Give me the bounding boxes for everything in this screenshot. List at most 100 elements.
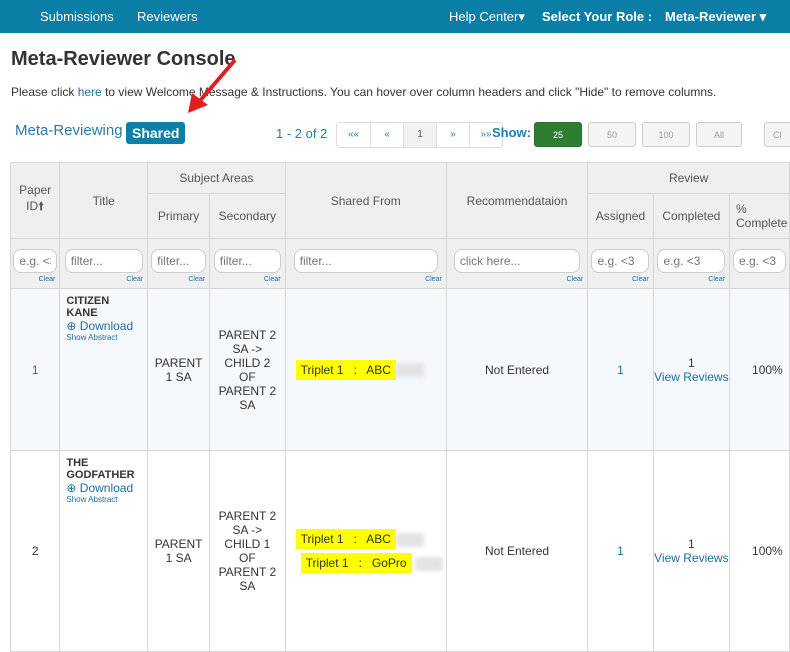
shared-name: ABC [366,532,391,546]
filter-primary[interactable] [151,249,207,273]
triplet: Triplet 1 [305,556,349,570]
sep: : [353,532,357,546]
help-label: Help Center [449,9,519,24]
show-25-button[interactable]: 25 [534,122,582,147]
shared-entry: Triplet 1 : ABC [295,529,396,549]
completed-count: 1 [688,537,695,551]
header-subject-areas: Subject Areas [147,162,286,194]
nav-reviewers[interactable]: Reviewers [137,9,198,24]
download-link[interactable]: ⊕ Download [66,481,133,495]
paper-id[interactable]: 1 [9,288,61,451]
show-100-button[interactable]: 100 [642,122,690,147]
view-reviews-link[interactable]: View Reviews [654,370,728,384]
completed: 1 View Reviews [652,288,731,451]
recommendation: Not Entered [445,288,589,451]
show-abstract-link[interactable]: Show Abstract [66,333,141,342]
red-arrow-icon [188,58,237,113]
header-paper-id[interactable]: Paper ID🠙 [9,162,61,239]
header-title[interactable]: Title [59,162,149,239]
paper-title: CITIZEN KANE [66,295,110,319]
filter-recommendation[interactable] [453,249,581,273]
redacted [395,532,424,547]
clear-link[interactable]: Clear [126,276,143,283]
assigned[interactable]: 1 [587,450,654,652]
clear-link[interactable]: Clear [39,276,56,283]
clear-link[interactable]: Clear [632,276,649,283]
header-recommendation[interactable]: Recommendataion [445,162,589,239]
paper-id-label: Paper ID [19,183,52,213]
clear-button[interactable]: Cl [764,122,790,147]
shared-from: Triplet 1 : ABC Triplet 1 : GoPro [284,450,447,652]
completed: 1 View Reviews [652,450,731,652]
show-label: Show: [492,125,531,140]
sort-up-icon: 🠙 [38,199,45,213]
role-dropdown[interactable]: Meta-Reviewer ▾ [665,9,766,25]
header-completed[interactable]: Completed [652,193,731,239]
header-primary[interactable]: Primary [147,193,211,239]
nav-help-center[interactable]: Help Center▾ [449,9,525,25]
show-abstract-link[interactable]: Show Abstract [66,495,141,504]
header-review: Review [587,162,790,194]
shared-entry: Triplet 1 : GoPro [300,553,412,573]
shared-name: GoPro [371,556,407,570]
page-count: 1 - 2 of 2 [276,126,328,141]
prev-page-button[interactable]: « [370,123,403,147]
view-reviews-link[interactable]: View Reviews [654,551,728,565]
role-label: Select Your Role : [542,9,653,24]
filter-assigned[interactable] [591,249,650,273]
next-page-button[interactable]: » [436,123,469,147]
header-secondary[interactable]: Secondary [209,193,286,239]
page-1-button[interactable]: 1 [403,123,436,147]
first-page-button[interactable]: «« [337,123,370,147]
shared-entry: Triplet 1 : ABC [295,359,396,380]
recommendation: Not Entered [445,450,589,652]
header-shared-from[interactable]: Shared From [284,162,447,239]
secondary-sa: PARENT 2 SA -> CHILD 2 OF PARENT 2 SA [209,288,286,451]
sep: : [353,362,357,377]
download-link[interactable]: ⊕ Download [66,319,133,333]
nav-submissions[interactable]: Submissions [40,9,114,24]
download-label: Download [79,319,134,333]
download-icon: ⊕ [66,481,77,495]
filter-pct[interactable] [732,249,787,273]
intro-text: Please click here to view Welcome Messag… [11,85,716,99]
filter-title[interactable] [64,249,143,273]
filter-completed[interactable] [657,249,726,273]
header-assigned[interactable]: Assigned [587,193,654,239]
pct-complete: 100% [729,450,790,652]
redacted [395,363,424,378]
sep: : [358,556,362,570]
clear-link[interactable]: Clear [708,276,725,283]
completed-count: 1 [688,355,695,370]
triplet: Triplet 1 [300,532,344,546]
intro-pre: Please click [11,85,78,99]
primary-sa: PARENT 1 SA [147,288,211,451]
clear-link[interactable]: Clear [188,276,205,283]
paper-id[interactable]: 2 [9,450,61,652]
pagination: «« « 1 » »» [336,122,503,148]
here-link[interactable]: here [78,85,102,99]
filter-shared-from[interactable] [293,249,438,273]
shared-name: ABC [366,362,391,377]
show-50-button[interactable]: 50 [588,122,636,147]
tab-shared[interactable]: Shared [126,122,186,144]
role-value: Meta-Reviewer [665,9,757,24]
clear-link[interactable]: Clear [567,276,584,283]
header-pct-complete[interactable]: % Complete [729,193,790,239]
download-icon: ⊕ [66,319,77,333]
filter-id[interactable] [13,249,57,273]
shared-from: Triplet 1 : ABC [284,288,447,451]
top-nav: Submissions Reviewers Help Center▾ Selec… [0,0,790,33]
tab-meta-reviewing[interactable]: Meta-Reviewing [15,122,123,139]
paper-title: THE GODFATHER [66,457,135,481]
clear-link[interactable]: Clear [425,276,442,283]
filter-row: Clear Clear Clear Clear Clear Clear Clea… [9,238,790,289]
pct-complete: 100% [729,288,790,451]
assigned[interactable]: 1 [587,288,654,451]
clear-link[interactable]: Clear [264,276,281,283]
triplet: Triplet 1 [300,362,344,377]
download-label: Download [79,481,134,495]
filter-secondary[interactable] [213,249,281,273]
show-all-button[interactable]: All [696,122,742,147]
secondary-sa: PARENT 2 SA -> CHILD 1 OF PARENT 2 SA [209,450,286,652]
